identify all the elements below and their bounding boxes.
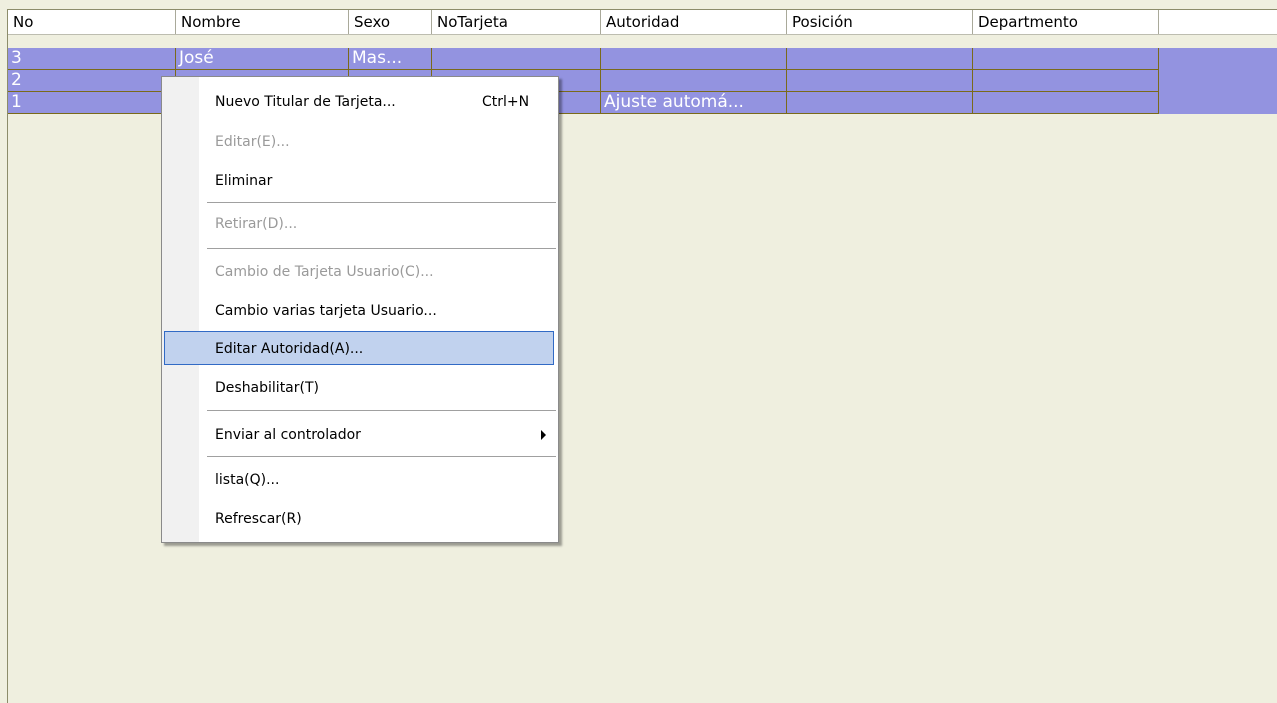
menu-item-send-to-controller[interactable]: Enviar al controlador (164, 418, 554, 452)
cell-autoridad: Ajuste automá... (601, 92, 787, 114)
column-header-posicion[interactable]: Posición (787, 10, 973, 34)
cell-no: 2 (8, 70, 176, 92)
menu-item-withdraw[interactable]: Retirar(D)... (164, 207, 554, 241)
column-header-nombre[interactable]: Nombre (176, 10, 349, 34)
menu-separator (207, 456, 556, 457)
menu-item-change-user-card[interactable]: Cambio de Tarjeta Usuario(C)... (164, 255, 554, 289)
menu-item-label: Eliminar (215, 173, 273, 189)
cell-no: 3 (8, 48, 176, 70)
menu-item-shortcut: Ctrl+N (482, 94, 530, 110)
menu-item-label: Deshabilitar(T) (215, 380, 319, 396)
cell-posicion (787, 48, 973, 70)
menu-item-new-cardholder[interactable]: Nuevo Titular de Tarjeta... Ctrl+N (164, 85, 554, 119)
menu-item-edit-authority[interactable]: Editar Autoridad(A)... (164, 331, 554, 365)
column-header-departamento[interactable]: Departmento (973, 10, 1159, 34)
context-menu: Nuevo Titular de Tarjeta... Ctrl+N Edita… (161, 76, 559, 543)
cell-departamento (973, 48, 1159, 70)
cell-autoridad (601, 48, 787, 70)
menu-separator (207, 248, 556, 249)
column-header-sexo[interactable]: Sexo (349, 10, 432, 34)
cell-nombre: José (176, 48, 349, 70)
cell-departamento (973, 70, 1159, 92)
menu-item-label: Nuevo Titular de Tarjeta... (215, 94, 396, 110)
cell-sexo: Mas... (349, 48, 432, 70)
menu-item-label: Cambio de Tarjeta Usuario(C)... (215, 264, 434, 280)
menu-item-label: Refrescar(R) (215, 511, 302, 527)
column-header-autoridad[interactable]: Autoridad (601, 10, 787, 34)
cell-posicion (787, 92, 973, 114)
menu-item-label: Retirar(D)... (215, 216, 298, 232)
menu-item-label: lista(Q)... (215, 472, 280, 488)
cell-posicion (787, 70, 973, 92)
table-row[interactable]: 3 José Mas... (8, 48, 1277, 70)
column-header-notarjeta[interactable]: NoTarjeta (432, 10, 601, 34)
menu-item-change-multiple-cards[interactable]: Cambio varias tarjeta Usuario... (164, 294, 554, 328)
menu-separator (207, 410, 556, 411)
menu-item-refresh[interactable]: Refrescar(R) (164, 502, 554, 536)
menu-item-label: Cambio varias tarjeta Usuario... (215, 303, 437, 319)
menu-separator (207, 202, 556, 203)
cell-autoridad (601, 70, 787, 92)
cell-no: 1 (8, 92, 176, 114)
menu-item-label: Enviar al controlador (215, 427, 361, 443)
cell-notarjeta (432, 48, 601, 70)
submenu-arrow-icon (541, 430, 546, 440)
menu-item-delete[interactable]: Eliminar (164, 164, 554, 198)
column-header-no[interactable]: No (8, 10, 176, 34)
menu-item-list[interactable]: lista(Q)... (164, 463, 554, 497)
menu-item-label: Editar(E)... (215, 134, 290, 150)
cell-departamento (973, 92, 1159, 114)
menu-item-label: Editar Autoridad(A)... (215, 341, 364, 357)
menu-item-disable[interactable]: Deshabilitar(T) (164, 371, 554, 405)
menu-item-edit[interactable]: Editar(E)... (164, 125, 554, 159)
table-header: No Nombre Sexo NoTarjeta Autoridad Posic… (8, 10, 1277, 35)
